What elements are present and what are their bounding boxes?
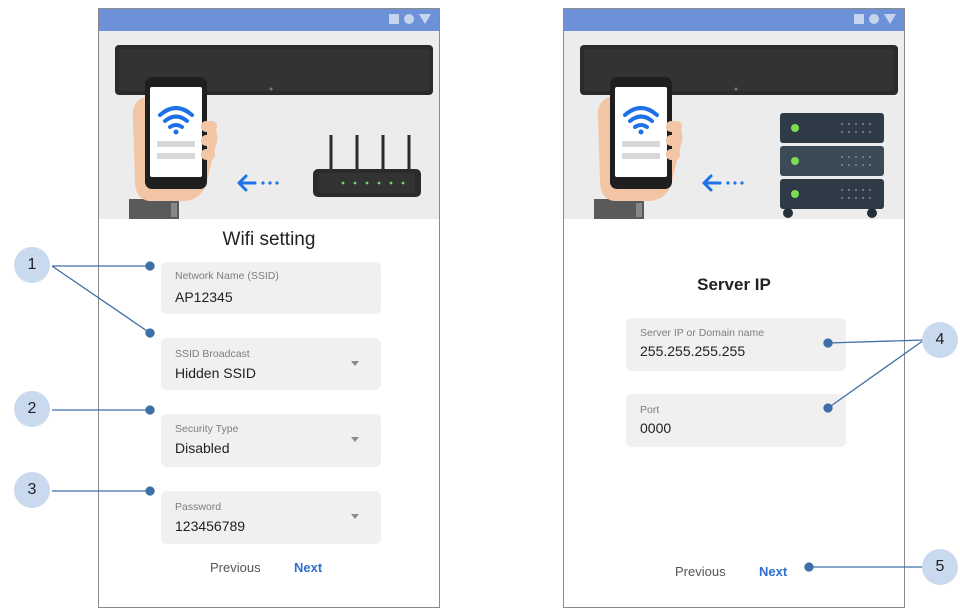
callout-badge-2: 2 [14,391,50,427]
callout-badge-3: 3 [14,472,50,508]
callout-badge-4: 4 [922,322,958,358]
callout-badge-1: 1 [14,247,50,283]
callout-connectors [51,261,925,572]
callout-badge-5: 5 [922,549,958,585]
